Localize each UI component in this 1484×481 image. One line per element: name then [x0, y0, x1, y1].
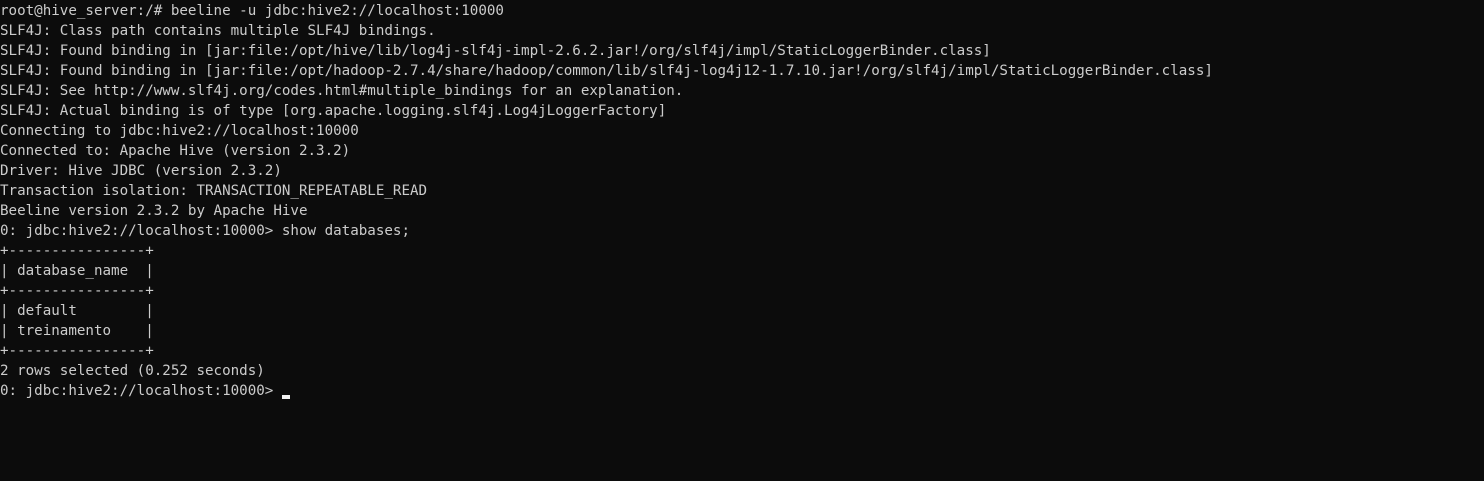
terminal-line-slf4j-binding-hadoop: SLF4J: Found binding in [jar:file:/opt/h… — [0, 63, 1213, 79]
result-table-border-bottom: +----------------+ — [0, 343, 154, 359]
text-cursor — [281, 395, 290, 399]
terminal-line-slf4j-actual-binding: SLF4J: Actual binding is of type [org.ap… — [0, 103, 667, 119]
terminal-prompt-line[interactable]: 0: jdbc:hive2://localhost:10000> — [0, 381, 1484, 401]
terminal-line-connecting: Connecting to jdbc:hive2://localhost:100… — [0, 123, 359, 139]
result-table-border-top: +----------------+ — [0, 243, 154, 259]
terminal-line-command: root@hive_server:/# beeline -u jdbc:hive… — [0, 3, 504, 19]
terminal-line-driver: Driver: Hive JDBC (version 2.3.2) — [0, 163, 282, 179]
result-table-border-header: +----------------+ — [0, 283, 154, 299]
terminal-prompt: 0: jdbc:hive2://localhost:10000> — [0, 383, 282, 399]
result-table-row: | treinamento | — [0, 323, 154, 339]
terminal-line-slf4j-binding-hive: SLF4J: Found binding in [jar:file:/opt/h… — [0, 43, 991, 59]
terminal-line-beeline-version: Beeline version 2.3.2 by Apache Hive — [0, 203, 308, 219]
terminal-line-slf4j-classpath: SLF4J: Class path contains multiple SLF4… — [0, 23, 436, 39]
terminal-line-transaction-isolation: Transaction isolation: TRANSACTION_REPEA… — [0, 183, 428, 199]
terminal-line-show-databases: 0: jdbc:hive2://localhost:10000> show da… — [0, 223, 410, 239]
terminal-line-slf4j-see: SLF4J: See http://www.slf4j.org/codes.ht… — [0, 83, 684, 99]
terminal-line-rows-selected: 2 rows selected (0.252 seconds) — [0, 363, 265, 379]
result-table-header: | database_name | — [0, 263, 154, 279]
terminal-window[interactable]: root@hive_server:/# beeline -u jdbc:hive… — [0, 0, 1484, 481]
result-table-row: | default | — [0, 303, 154, 319]
terminal-line-connected: Connected to: Apache Hive (version 2.3.2… — [0, 143, 351, 159]
